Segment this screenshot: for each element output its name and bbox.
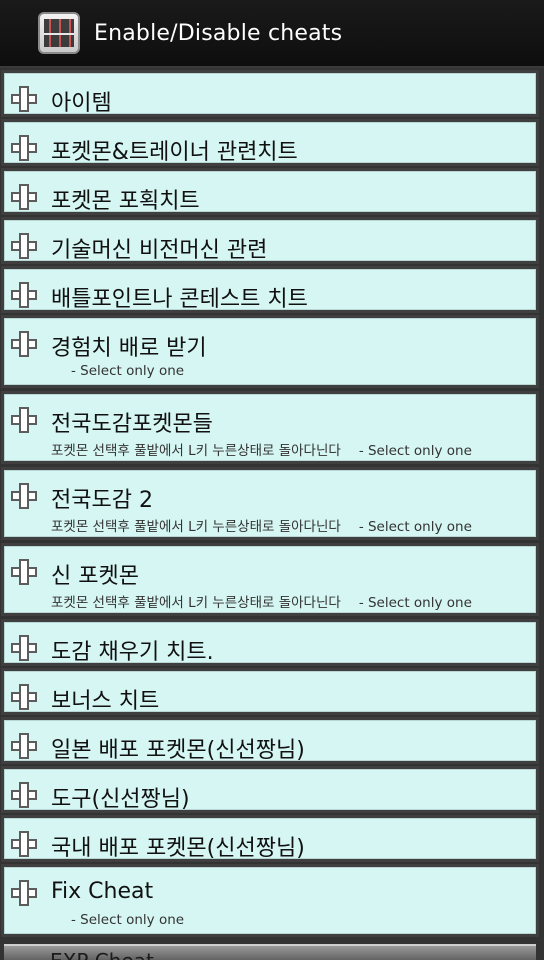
cheat-item-partial[interactable]: EXP Cheat [4, 944, 536, 960]
plus-icon[interactable] [11, 233, 37, 259]
cheat-item-label: Fix Cheat [51, 879, 154, 904]
cheat-item-label: 국내 배포 포켓몬(신선짱님) [51, 836, 305, 861]
plus-icon[interactable] [11, 483, 37, 509]
select-only-one-note: - Select only one [71, 912, 185, 928]
select-only-one-note: - Select only one [358, 519, 472, 535]
icon-divider [44, 33, 74, 35]
cheat-item-pokemon-trainer[interactable]: 포켓몬&트레이너 관련치트 [4, 122, 536, 165]
cheat-item-items[interactable]: 아이템 [4, 73, 536, 116]
cheat-item-exp-multiplier[interactable]: 경험치 배로 받기 - Select only one [4, 318, 536, 385]
cheat-item-korea-event[interactable]: 국내 배포 포켓몬(신선짱님) [4, 818, 536, 861]
cheat-item-fill-dex[interactable]: 도감 채우기 치트. [4, 622, 536, 665]
cheat-item-battle-points[interactable]: 배틀포인트나 콘테스트 치트 [4, 269, 536, 312]
plus-icon[interactable] [11, 282, 37, 308]
select-only-one-note: - Select only one [358, 443, 472, 459]
cheat-item-description: 포켓몬 선택후 풀밭에서 L키 누른상태로 돌아다닌다 - Select only… [51, 591, 472, 611]
cheat-item-label: 도감 채우기 치트. [51, 640, 214, 665]
cheat-item-label: 보너스 치트 [51, 689, 160, 714]
plus-icon[interactable] [11, 86, 37, 112]
cheat-item-label: 경험치 배로 받기 [51, 336, 207, 361]
cheat-item-label: 아이템 [51, 91, 112, 116]
description-text: 포켓몬 선택후 풀밭에서 L키 누른상태로 돌아다닌다 [51, 443, 341, 459]
cheat-item-label: 배틀포인트나 콘테스트 치트 [51, 287, 308, 312]
cheat-item-capture[interactable]: 포켓몬 포획치트 [4, 171, 536, 214]
plus-icon[interactable] [11, 635, 37, 661]
cheat-item-label: 포켓몬&트레이너 관련치트 [51, 140, 298, 165]
cheat-item-label: EXP Cheat [50, 949, 154, 960]
plus-icon[interactable] [11, 880, 37, 906]
cheat-item-label: 포켓몬 포획치트 [51, 189, 200, 214]
page-title: Enable/Disable cheats [94, 20, 343, 46]
cheat-item-label: 전국도감 2 [51, 488, 153, 513]
plus-icon[interactable] [11, 831, 37, 857]
title-bar: Enable/Disable cheats [0, 0, 544, 68]
cheat-item-description: 포켓몬 선택후 풀밭에서 L키 누른상태로 돌아다닌다 - Select only… [51, 439, 472, 459]
plus-icon[interactable] [11, 733, 37, 759]
cheat-item-label: 전국도감포켓몬들 [51, 412, 213, 437]
cheat-item-bonus[interactable]: 보너스 치트 [4, 671, 536, 714]
plus-icon[interactable] [11, 184, 37, 210]
cheat-item-label: 도구(신선짱님) [51, 787, 190, 812]
plus-icon[interactable] [11, 331, 37, 357]
cheat-item-japan-event[interactable]: 일본 배포 포켓몬(신선짱님) [4, 720, 536, 763]
select-only-one-note: - Select only one [358, 595, 472, 611]
cheat-item-label: 일본 배포 포켓몬(신선짱님) [51, 738, 305, 763]
screen: Enable/Disable cheats 아이템 포켓몬&트레이너 관련치트 … [0, 0, 544, 960]
plus-icon[interactable] [11, 684, 37, 710]
cheat-item-label: 신 포켓몬 [51, 564, 139, 589]
cheat-item-description: 포켓몬 선택후 풀밭에서 L키 누른상태로 돌아다닌다 - Select only… [51, 515, 472, 535]
cheat-app-icon [38, 12, 80, 54]
cheat-item-tm-hm[interactable]: 기술머신 비전머신 관련 [4, 220, 536, 263]
description-text: 포켓몬 선택후 풀밭에서 L키 누른상태로 돌아다닌다 [51, 519, 341, 535]
cheat-item-tools[interactable]: 도구(신선짱님) [4, 769, 536, 812]
cheat-item-national-dex[interactable]: 전국도감포켓몬들 포켓몬 선택후 풀밭에서 L키 누른상태로 돌아다닌다 - Se… [4, 394, 536, 461]
plus-icon[interactable] [11, 135, 37, 161]
description-text: 포켓몬 선택후 풀밭에서 L키 누른상태로 돌아다닌다 [51, 595, 341, 611]
cheat-item-national-dex-2[interactable]: 전국도감 2 포켓몬 선택후 풀밭에서 L키 누른상태로 돌아다닌다 - Sele… [4, 470, 536, 537]
select-only-one-note: - Select only one [71, 363, 185, 379]
cheat-item-fix-cheat[interactable]: Fix Cheat - Select only one [4, 867, 536, 934]
cheat-item-label: 기술머신 비전머신 관련 [51, 238, 268, 263]
plus-icon[interactable] [11, 782, 37, 808]
plus-icon[interactable] [11, 559, 37, 585]
cheat-item-new-pokemon[interactable]: 신 포켓몬 포켓몬 선택후 풀밭에서 L키 누른상태로 돌아다닌다 - Selec… [4, 546, 536, 613]
plus-icon[interactable] [11, 407, 37, 433]
